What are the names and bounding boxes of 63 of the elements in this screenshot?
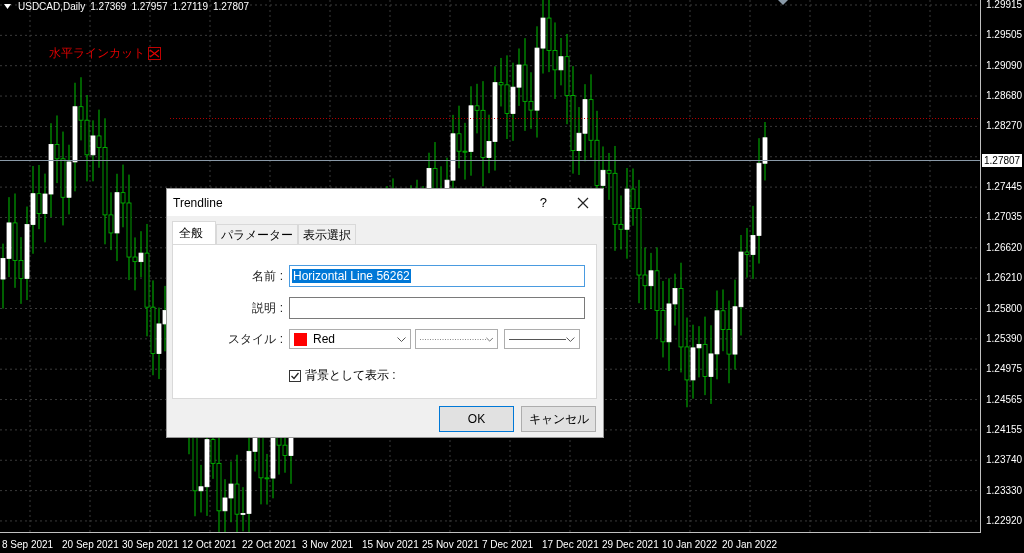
scissors-icon[interactable] <box>148 47 161 60</box>
symbol-label: USDCAD,Daily <box>18 1 86 12</box>
price-label: 1.24975 <box>986 362 1023 376</box>
color-dropdown[interactable]: Red <box>289 329 411 349</box>
dialog-button[interactable]: キャンセル <box>521 406 596 432</box>
ohlc-value: 1.27807 <box>212 1 250 12</box>
scroll-marker-icon[interactable] <box>778 0 788 5</box>
horizontal-line[interactable] <box>169 118 981 119</box>
checkbox[interactable] <box>289 369 301 382</box>
chevron-icon <box>566 336 575 342</box>
current-price-label: 1.27807 <box>982 154 1023 167</box>
price-label: 1.25390 <box>986 331 1023 345</box>
date-label: 7 Dec 2021 <box>482 539 534 550</box>
price-label: 1.26620 <box>986 240 1023 254</box>
price-label: 1.23740 <box>986 453 1023 467</box>
price-label: 1.24565 <box>986 392 1023 406</box>
date-label: 3 Nov 2021 <box>302 539 354 550</box>
ohlc-value: 1.27957 <box>131 1 168 12</box>
price-label: 1.24155 <box>986 422 1023 436</box>
dotted-line-icon <box>420 337 486 341</box>
field-label: 説明 : <box>251 299 284 317</box>
price-label: 1.29505 <box>986 28 1023 42</box>
field-label: スタイル : <box>227 330 284 348</box>
date-label: 29 Dec 2021 <box>602 539 659 550</box>
price-label: 1.28680 <box>986 89 1023 103</box>
dropdown-icon[interactable] <box>4 4 11 9</box>
ohlc-value: 1.27369 <box>90 1 127 12</box>
price-label: 1.22920 <box>986 513 1023 527</box>
date-label: 17 Dec 2021 <box>542 539 599 550</box>
dialog-title: Trendline <box>173 195 223 210</box>
close-icon[interactable] <box>577 196 589 209</box>
ohlc-value: 1.27119 <box>172 1 208 12</box>
description-field[interactable] <box>289 297 585 319</box>
help-button[interactable]: ? <box>539 195 547 210</box>
date-label: 30 Sep 2021 <box>122 539 179 550</box>
name-field[interactable]: Horizontal Line 56262 <box>289 265 585 287</box>
price-label: 1.25800 <box>986 301 1023 315</box>
line-width-dropdown[interactable] <box>504 329 580 349</box>
tab[interactable]: パラメーター <box>216 224 298 244</box>
date-label: 8 Sep 2021 <box>2 539 54 550</box>
date-label: 20 Sep 2021 <box>62 539 119 550</box>
price-label: 1.27035 <box>986 210 1023 224</box>
price-label: 1.27445 <box>986 180 1023 194</box>
price-label: 1.29915 <box>986 0 1023 11</box>
date-label: 20 Jan 2022 <box>722 539 778 550</box>
date-label: 25 Nov 2021 <box>422 539 479 550</box>
price-label: 1.26210 <box>986 271 1023 285</box>
solid-line-icon <box>509 337 567 341</box>
price-label: 1.23330 <box>986 483 1023 497</box>
price-label: 1.29090 <box>986 58 1023 72</box>
price-label: 1.28270 <box>986 119 1023 133</box>
dialog-button[interactable]: OK <box>439 406 514 432</box>
chevron-icon <box>397 336 406 342</box>
date-label: 22 Oct 2021 <box>242 539 297 550</box>
tab[interactable]: 表示選択 <box>298 224 356 244</box>
date-label: 15 Nov 2021 <box>362 539 419 550</box>
date-label: 10 Jan 2022 <box>662 539 718 550</box>
field-label: 名前 : <box>251 267 284 285</box>
checkbox-label: 背景として表示 : <box>305 367 396 384</box>
chevron-icon <box>485 336 493 342</box>
tab[interactable]: 全般 <box>172 221 216 244</box>
object-label: 水平ラインカット <box>49 45 145 62</box>
date-label: 12 Oct 2021 <box>182 539 237 550</box>
